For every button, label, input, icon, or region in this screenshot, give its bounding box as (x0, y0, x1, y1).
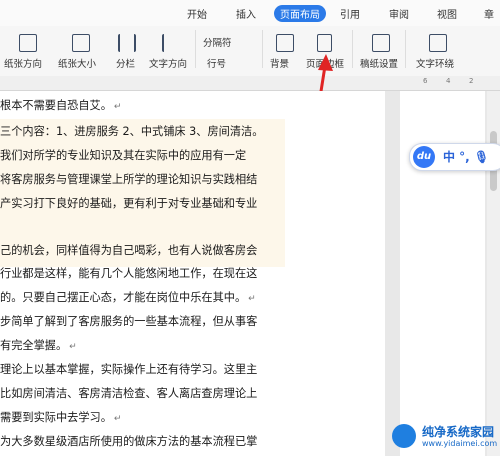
document-line: 比如房间清洁、客房清洁检查、客人离店查房理论上 (0, 387, 258, 400)
document-line: 己的机会，同样值得为自己喝彩，也有人说做客房会 (0, 244, 258, 257)
watermark: 纯净系统家园 www.yidaimei.com (388, 418, 500, 456)
document-line: 行业都是这样，能有几个人能悠闲地工作，在现在这 (0, 267, 258, 280)
document-line: 理论上以基本掌握，实际操作上还有待学习。这里主 (0, 363, 258, 376)
document-line: 需要到实际中去学习。 ↵ (0, 411, 122, 424)
document-line: 的。只要自己摆正心态，才能在岗位中乐在其中。 ↵ (0, 291, 256, 304)
document-line: 我们对所学的专业知识及其在实际中的应用有一定 (0, 149, 247, 162)
ime-status[interactable]: 中 °, 🎙 (443, 148, 489, 165)
watermark-title: 纯净系统家园 (422, 425, 495, 439)
ime-logo-icon: du (413, 146, 435, 168)
document-line: 根本不需要自恐自艾。 ↵ (0, 99, 122, 112)
watermark-url: www.yidaimei.com (422, 439, 498, 448)
ime-toolbar[interactable]: du 中 °, 🎙 (409, 143, 500, 171)
document-line: 三个内容：1、进房服务 2、中式铺床 3、房间清洁。 (0, 125, 264, 138)
document-line: 将客房服务与管理课堂上所学的理论知识与实践相结 (0, 173, 258, 186)
document-line: 产实习打下良好的基础，更有利于对专业基础和专业 (0, 197, 258, 210)
watermark-logo-icon (392, 424, 416, 448)
document-line: 步简单了解到了客房服务的一些基本流程，但从事客 (0, 315, 258, 328)
document-line: 为大多数星级酒店所使用的做床方法的基本流程已掌 (0, 435, 258, 448)
document-page[interactable]: 根本不需要自恐自艾。 ↵ 三个内容：1、进房服务 2、中式铺床 3、房间清洁。 我… (0, 91, 385, 456)
document-line: 有完全掌握。 ↵ (0, 339, 77, 352)
